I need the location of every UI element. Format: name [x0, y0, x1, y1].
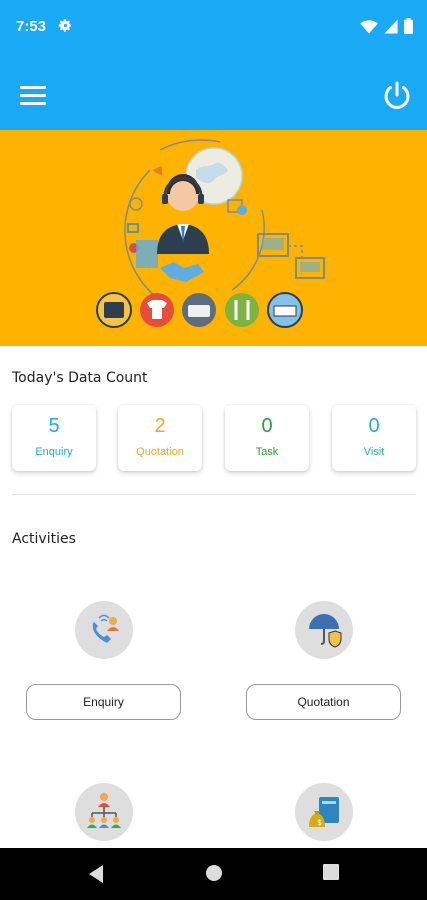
- back-icon[interactable]: [87, 864, 105, 884]
- banner: [0, 130, 427, 346]
- signal-icon: [384, 19, 398, 33]
- count-card-visit[interactable]: 0 Visit: [332, 405, 416, 471]
- divider: [12, 494, 416, 495]
- count-card-enquiry[interactable]: 5 Enquiry: [12, 405, 96, 471]
- phone-call-icon[interactable]: [75, 601, 133, 659]
- count-label: Visit: [363, 446, 385, 458]
- umbrella-shield-icon[interactable]: [295, 601, 353, 659]
- support-agent-illustration: [96, 139, 325, 328]
- count-value: 0: [368, 415, 380, 437]
- gear-icon: [58, 19, 72, 32]
- hamburger-menu-icon[interactable]: [20, 86, 46, 106]
- activities-title: Activities: [12, 531, 76, 547]
- status-bar: 7:53: [0, 0, 427, 56]
- battery-icon: [404, 18, 413, 34]
- team-hierarchy-icon[interactable]: [75, 783, 133, 841]
- status-time: 7:53: [16, 18, 47, 35]
- count-card-quotation[interactable]: 2 Quotation: [118, 405, 202, 471]
- count-label: Enquiry: [35, 446, 73, 458]
- count-label: Task: [255, 446, 279, 458]
- system-nav-bar: [0, 848, 427, 900]
- count-value: 2: [154, 415, 166, 437]
- app-bar: [0, 56, 427, 130]
- count-card-task[interactable]: 0 Task: [225, 405, 309, 471]
- wifi-icon: [360, 19, 378, 33]
- count-label: Quotation: [136, 446, 184, 458]
- recents-icon[interactable]: [323, 864, 339, 880]
- enquiry-button[interactable]: Enquiry: [26, 684, 181, 720]
- power-icon[interactable]: [381, 80, 413, 112]
- home-icon[interactable]: [205, 864, 223, 882]
- svg-text:$: $: [317, 818, 322, 827]
- count-value: 5: [48, 415, 60, 437]
- quotation-button[interactable]: Quotation: [246, 684, 401, 720]
- count-value: 0: [261, 415, 273, 437]
- data-count-title: Today's Data Count: [12, 370, 148, 386]
- money-book-icon[interactable]: $: [295, 783, 353, 841]
- status-icons: [360, 18, 413, 34]
